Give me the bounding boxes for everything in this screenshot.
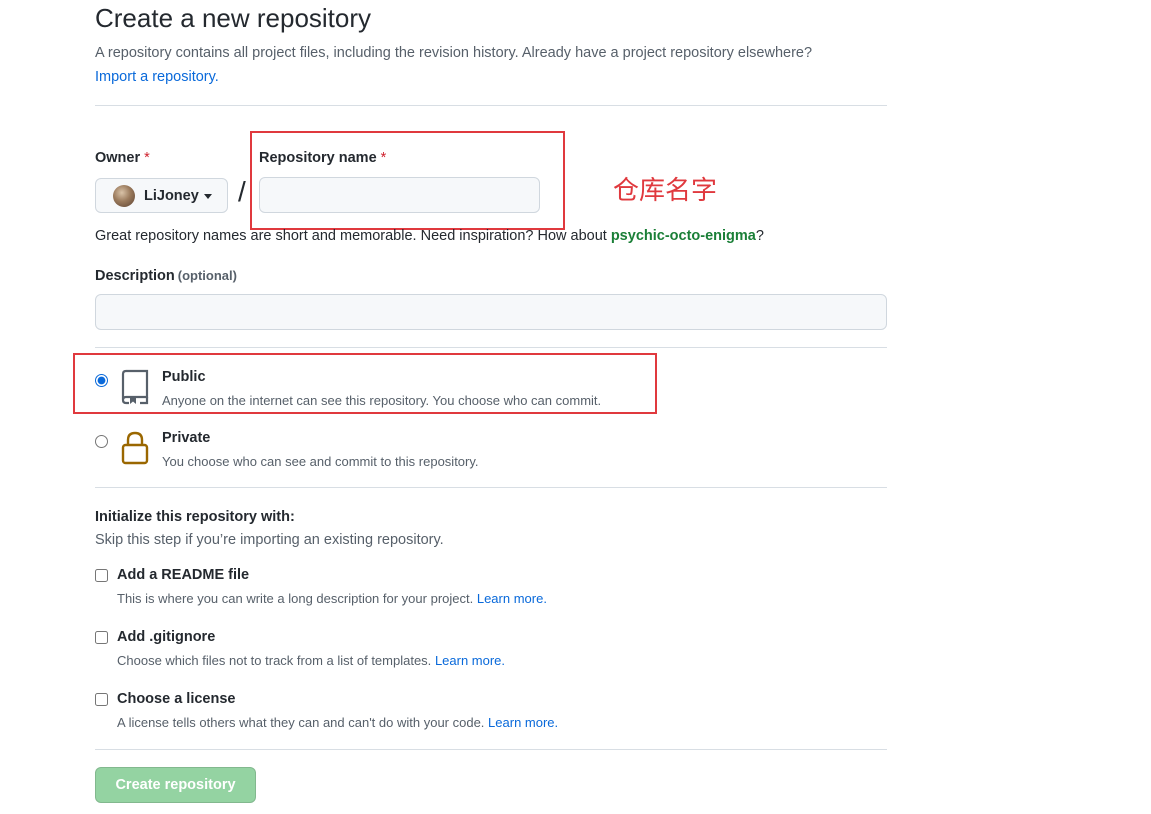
- gitignore-checkbox[interactable]: [95, 631, 108, 644]
- private-option-note: You choose who can see and commit to thi…: [162, 454, 479, 469]
- intro-text: A repository contains all project files,…: [95, 41, 895, 89]
- create-repository-page: Create a new repository A repository con…: [0, 0, 1151, 814]
- divider: [95, 749, 887, 750]
- import-repository-link[interactable]: Import a repository.: [95, 69, 219, 85]
- divider: [95, 105, 887, 106]
- create-repository-button[interactable]: Create repository: [95, 767, 256, 803]
- license-note-text: A license tells others what they can and…: [117, 715, 485, 730]
- gitignore-option-title: Add .gitignore: [117, 629, 216, 645]
- chevron-down-icon: [203, 193, 212, 199]
- gitignore-learn-more-link[interactable]: Learn more.: [435, 653, 505, 668]
- annotation-text: 仓库名字: [613, 175, 718, 205]
- avatar: [113, 184, 135, 207]
- lock-icon: [121, 431, 149, 465]
- gitignore-option-note: Choose which files not to track from a l…: [117, 653, 505, 668]
- repository-name-hint: Great repository names are short and mem…: [95, 228, 764, 244]
- owner-name: LiJoney: [144, 187, 199, 204]
- annotation-box-repository-name: [250, 131, 565, 230]
- hint-text: Great repository names are short and mem…: [95, 228, 611, 244]
- repo-icon: [121, 369, 149, 405]
- private-radio[interactable]: [95, 435, 108, 448]
- readme-checkbox[interactable]: [95, 569, 108, 582]
- required-mark: *: [144, 150, 150, 166]
- description-label-text: Description: [95, 268, 175, 284]
- license-option-note: A license tells others what they can and…: [117, 715, 558, 730]
- optional-label: (optional): [177, 268, 237, 283]
- divider: [95, 347, 887, 348]
- readme-learn-more-link[interactable]: Learn more.: [477, 591, 547, 606]
- intro-description: A repository contains all project files,…: [95, 45, 813, 61]
- owner-select-button[interactable]: LiJoney: [95, 178, 228, 213]
- readme-note-text: This is where you can write a long descr…: [117, 591, 474, 606]
- license-learn-more-link[interactable]: Learn more.: [488, 715, 558, 730]
- divider: [95, 487, 887, 488]
- page-title: Create a new repository: [95, 3, 372, 33]
- name-suggestion[interactable]: psychic-octo-enigma: [611, 228, 756, 244]
- license-checkbox[interactable]: [95, 693, 108, 706]
- public-option-note: Anyone on the internet can see this repo…: [162, 393, 602, 408]
- description-input[interactable]: [95, 294, 887, 330]
- readme-option-title: Add a README file: [117, 567, 250, 583]
- initialize-heading: Initialize this repository with:: [95, 509, 295, 525]
- readme-option-note: This is where you can write a long descr…: [117, 591, 547, 606]
- public-option-title: Public: [162, 369, 206, 385]
- owner-label-text: Owner: [95, 150, 141, 166]
- initialize-subtext: Skip this step if you’re importing an ex…: [95, 532, 444, 548]
- gitignore-note-text: Choose which files not to track from a l…: [117, 653, 432, 668]
- owner-label: Owner *: [95, 150, 150, 166]
- license-option-title: Choose a license: [117, 691, 236, 707]
- description-label: Description (optional): [95, 268, 237, 284]
- owner-repo-separator: /: [238, 176, 246, 207]
- private-option-title: Private: [162, 430, 211, 446]
- public-radio[interactable]: [95, 374, 108, 387]
- hint-suffix: ?: [755, 228, 764, 244]
